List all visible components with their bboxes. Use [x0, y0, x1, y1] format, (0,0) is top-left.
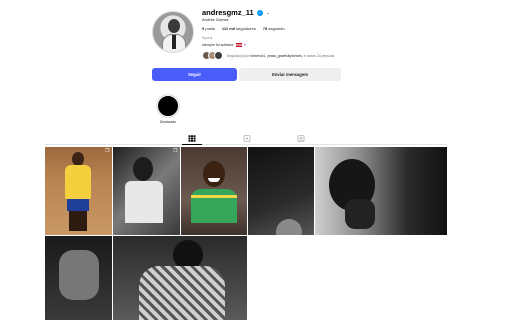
mini-avatar	[214, 51, 223, 60]
follow-button[interactable]: Seguir	[152, 68, 237, 81]
flag-icon	[235, 42, 242, 47]
post-tile[interactable]	[248, 147, 314, 235]
post-tile[interactable]: ❐	[45, 147, 112, 235]
full-name: Andrés Gómez	[202, 17, 229, 22]
posts-count: 5 posts	[202, 26, 215, 31]
highlight-circle[interactable]	[157, 95, 179, 117]
photo-detail	[345, 199, 375, 229]
post-tile[interactable]	[113, 236, 247, 320]
followers-count[interactable]: 111 mil seguidores	[222, 26, 256, 31]
profile-stats: 5 posts 111 mil seguidores 78 seguindo	[202, 26, 285, 31]
profile-category: Sports	[202, 36, 213, 40]
more-options-icon[interactable]: ⌄	[266, 10, 270, 16]
tagged-icon[interactable]	[297, 135, 305, 142]
reels-icon[interactable]	[243, 135, 251, 142]
photo-detail	[67, 199, 89, 211]
photo-detail	[203, 161, 225, 187]
photo-detail	[72, 152, 84, 166]
followed-by-avatars	[202, 51, 224, 60]
photo-detail	[69, 211, 87, 231]
following-count[interactable]: 78 seguindo	[263, 26, 285, 31]
followed-by-names: fortnestx1, yeass_gratefullyforbcts,	[250, 53, 303, 58]
photo-detail	[276, 219, 302, 235]
photo-detail	[65, 165, 91, 199]
heart-icon: ♥	[243, 42, 246, 47]
tabs-divider	[45, 144, 447, 145]
post-tile[interactable]: ❐	[113, 147, 180, 235]
username-row: andresgmz_11 ✓ ⌄	[202, 8, 270, 17]
carousel-icon: ❐	[173, 148, 178, 154]
post-tile[interactable]	[315, 147, 447, 235]
post-tile[interactable]	[45, 236, 112, 320]
bio-text: siempre fui soñador	[202, 42, 234, 47]
avatar-head	[168, 19, 180, 33]
photo-detail	[59, 250, 99, 300]
avatar-tie	[172, 35, 176, 49]
grid-icon[interactable]	[188, 135, 196, 142]
photo-detail	[133, 157, 153, 181]
carousel-icon: ❐	[105, 148, 110, 154]
post-tile[interactable]	[181, 147, 247, 235]
photo-detail	[125, 181, 163, 223]
posts-grid: ❐ ❐	[45, 147, 447, 320]
profile-avatar[interactable]	[152, 11, 194, 53]
highlight-label: Destacado	[159, 120, 177, 124]
followed-by[interactable]: Seguido(a) por fortnestx1, yeass_gratefu…	[202, 51, 334, 60]
photo-detail	[139, 266, 225, 320]
send-message-button[interactable]: Enviar mensagem	[239, 68, 341, 81]
username: andresgmz_11	[202, 8, 254, 17]
photo-detail	[191, 195, 237, 198]
verified-badge-icon: ✓	[256, 9, 263, 16]
active-tab-indicator	[182, 144, 202, 145]
profile-bio: siempre fui soñador ♥	[202, 42, 246, 47]
followed-by-text: Seguido(a) por fortnestx1, yeass_gratefu…	[227, 53, 335, 58]
